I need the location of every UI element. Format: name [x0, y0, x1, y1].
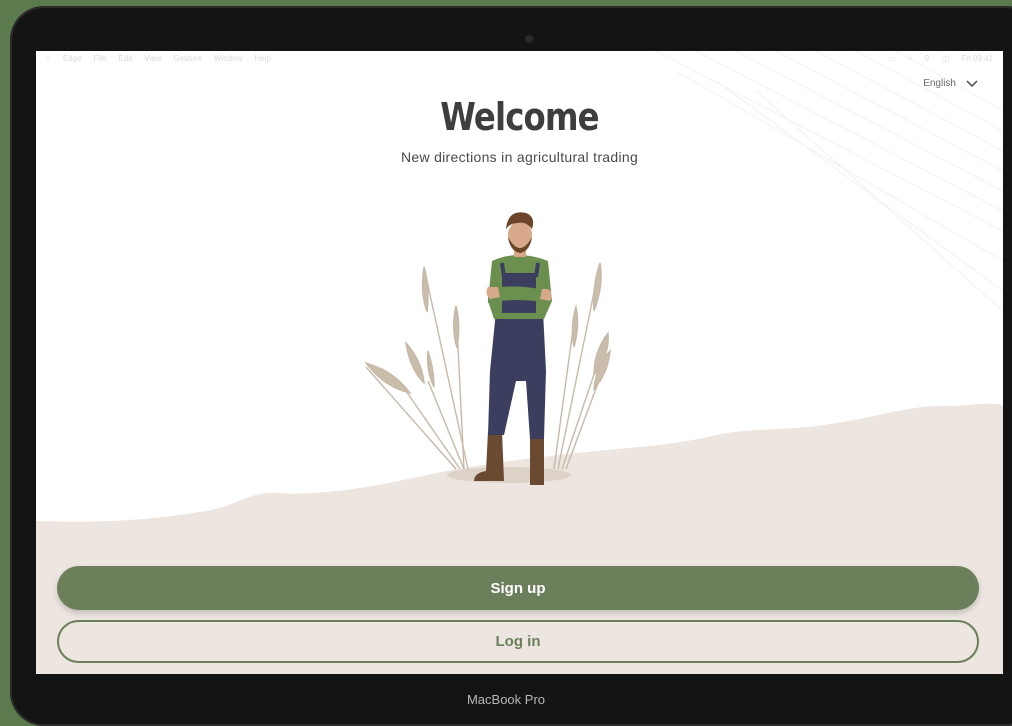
login-button[interactable]: Log in	[57, 620, 979, 663]
signup-button-label: Sign up	[490, 579, 546, 597]
wheat-right	[553, 262, 611, 470]
camera	[525, 35, 533, 43]
language-label: English	[923, 78, 956, 89]
right-boot	[530, 435, 544, 485]
ground-shadow	[447, 467, 571, 483]
page-title: Welcome	[440, 95, 599, 139]
device-label: MacBook Pro	[466, 692, 546, 707]
app-screen: ○ Edge File Edit View Gesture Window Hel…	[36, 51, 1003, 674]
chevron-down-icon	[966, 79, 978, 87]
left-boot	[474, 431, 504, 481]
language-selector[interactable]: English	[923, 78, 978, 89]
login-button-label: Log in	[495, 633, 541, 650]
signup-button[interactable]: Sign up	[57, 566, 979, 610]
wheat-left	[364, 266, 469, 470]
page-subtitle: New directions in agricultural trading	[400, 149, 639, 165]
